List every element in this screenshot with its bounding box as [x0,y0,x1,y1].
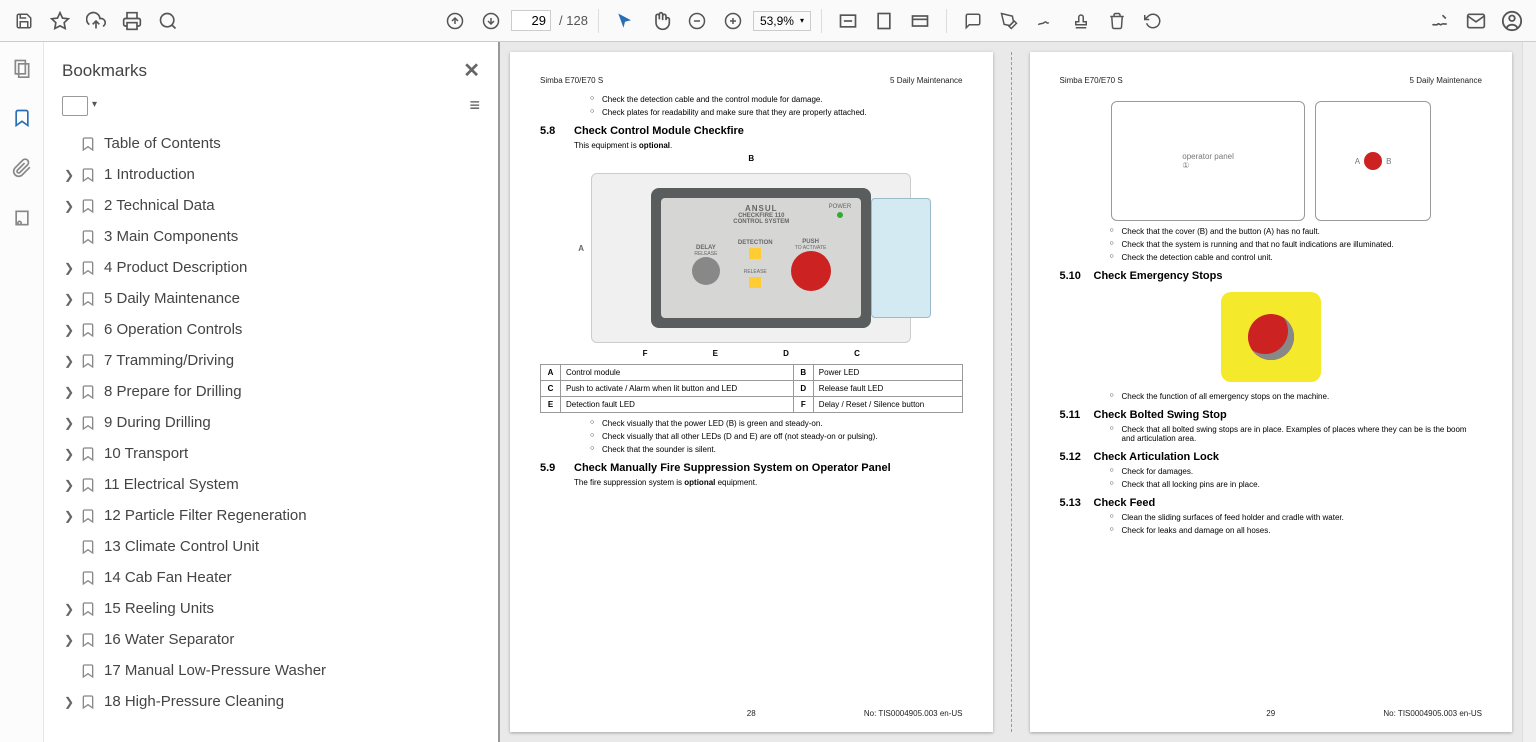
bookmark-item[interactable]: 13 Climate Control Unit [54,531,498,562]
cloud-upload-icon[interactable] [80,5,112,37]
bookmark-item[interactable]: ❯18 High-Pressure Cleaning [54,686,498,717]
document-viewer[interactable]: Simba E70/E70 S5 Daily Maintenance Check… [500,42,1522,742]
bookmarks-panel: Bookmarks ✕ ≡ Table of Contents❯1 Introd… [44,42,500,742]
save-icon[interactable] [8,5,40,37]
bookmark-menu-button[interactable]: ≡ [469,95,480,116]
fit-width-icon[interactable] [832,5,864,37]
bookmark-item[interactable]: 14 Cab Fan Heater [54,562,498,593]
print-icon[interactable] [116,5,148,37]
bookmarks-icon[interactable] [6,102,38,134]
bookmark-item[interactable]: ❯10 Transport [54,438,498,469]
bookmark-item[interactable]: ❯4 Product Description [54,252,498,283]
zoom-out-icon[interactable] [681,5,713,37]
attachments-icon[interactable] [6,152,38,184]
bookmark-list: Table of Contents❯1 Introduction❯2 Techn… [44,128,498,742]
bookmark-item[interactable]: ❯16 Water Separator [54,624,498,655]
bookmark-item[interactable]: 17 Manual Low-Pressure Washer [54,655,498,686]
stamp-icon[interactable] [1065,5,1097,37]
bookmark-item[interactable]: ❯9 During Drilling [54,407,498,438]
panel-title: Bookmarks [62,61,147,81]
zoom-level-select[interactable]: 53,9%▾ [753,11,811,31]
delete-icon[interactable] [1101,5,1133,37]
page-number-input[interactable] [511,10,551,31]
comment-icon[interactable] [957,5,989,37]
button-detail-figure: AB [1315,101,1430,221]
fit-page-icon[interactable] [868,5,900,37]
bookmark-item[interactable]: ❯5 Daily Maintenance [54,283,498,314]
bookmark-item[interactable]: ❯11 Electrical System [54,469,498,500]
bookmark-item[interactable]: ❯6 Operation Controls [54,314,498,345]
bookmark-item[interactable]: Table of Contents [54,128,498,159]
bookmark-options-button[interactable] [62,96,88,116]
bookmark-item[interactable]: ❯1 Introduction [54,159,498,190]
hand-tool-icon[interactable] [645,5,677,37]
highlight-icon[interactable] [993,5,1025,37]
main-toolbar: / 128 53,9%▾ [0,0,1536,42]
layers-icon[interactable] [6,202,38,234]
prev-page-icon[interactable] [439,5,471,37]
main-area: Bookmarks ✕ ≡ Table of Contents❯1 Introd… [0,42,1536,742]
undo-icon[interactable] [1137,5,1169,37]
zoom-in-icon[interactable] [717,5,749,37]
bookmark-item[interactable]: ❯15 Reeling Units [54,593,498,624]
bookmark-item[interactable]: ❯12 Particle Filter Regeneration [54,500,498,531]
thumbnails-icon[interactable] [6,52,38,84]
scrollbar[interactable] [1522,42,1536,742]
email-icon[interactable] [1460,5,1492,37]
bookmark-item[interactable]: ❯2 Technical Data [54,190,498,221]
close-panel-button[interactable]: ✕ [463,58,480,83]
bookmark-item[interactable]: ❯8 Prepare for Drilling [54,376,498,407]
emergency-stop-figure [1221,292,1321,382]
pdf-page-29: Simba E70/E70 S5 Daily Maintenance opera… [1030,52,1513,732]
bookmark-item[interactable]: 3 Main Components [54,221,498,252]
pdf-page-28: Simba E70/E70 S5 Daily Maintenance Check… [510,52,993,732]
bookmark-item[interactable]: ❯7 Tramming/Driving [54,345,498,376]
page-total-label: / 128 [559,13,588,28]
sign-icon[interactable] [1029,5,1061,37]
operator-panel-figure: operator panel① [1111,101,1306,221]
read-mode-icon[interactable] [904,5,936,37]
pointer-tool-icon[interactable] [609,5,641,37]
next-page-icon[interactable] [475,5,507,37]
control-module-figure: A ANSUL CHECKFIRE 110 CONTROL SYSTEM POW… [591,173,911,343]
signature-icon[interactable] [1424,5,1456,37]
profile-icon[interactable] [1496,5,1528,37]
search-icon[interactable] [152,5,184,37]
nav-rail [0,42,44,742]
star-icon[interactable] [44,5,76,37]
